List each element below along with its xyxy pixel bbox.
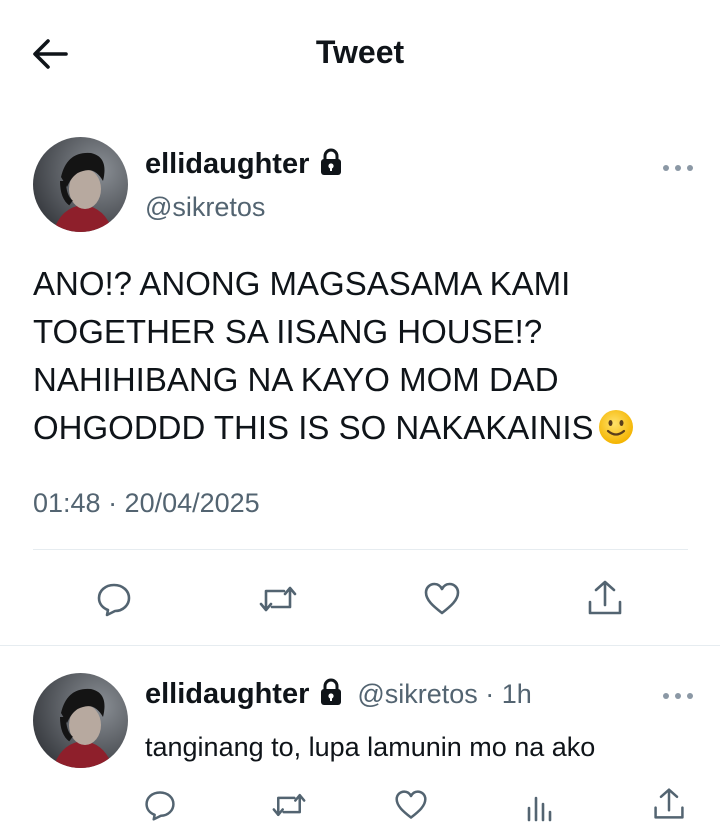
display-name: ellidaughter [145, 148, 310, 180]
avatar[interactable] [33, 673, 128, 768]
divider [0, 645, 720, 646]
like-icon [395, 790, 427, 819]
retweet-icon [259, 586, 297, 612]
analytics-button[interactable] [525, 790, 553, 822]
share-button[interactable] [652, 786, 686, 822]
share-button[interactable] [586, 578, 624, 618]
page-title: Tweet [315, 34, 405, 70]
more-options-button[interactable] [658, 156, 698, 180]
like-button[interactable] [423, 580, 461, 618]
lock-icon [319, 148, 343, 181]
retweet-icon [272, 793, 306, 817]
retweet-button[interactable] [270, 788, 308, 822]
more-icon [663, 165, 693, 171]
tweet-text: ANO!? ANONG MAGSASAMA KAMI TOGETHER SA I… [33, 260, 693, 458]
retweet-button[interactable] [257, 580, 299, 618]
tweet-author[interactable]: ellidaughter [145, 148, 343, 181]
username-handle[interactable]: @sikretos [145, 192, 265, 223]
reply-author[interactable]: ellidaughter @sikretos · 1h [145, 678, 532, 711]
lock-icon [319, 678, 343, 711]
slightly-smiling-face-icon [598, 409, 634, 458]
reply-icon [97, 583, 131, 617]
reply-text: tanginang to, lupa lamunin mo na ako [145, 732, 596, 762]
like-icon [424, 582, 460, 615]
divider [33, 549, 688, 550]
analytics-icon [527, 796, 552, 822]
reply-button[interactable] [143, 788, 177, 822]
tweet-timestamp[interactable]: 01:48 · 20/04/2025 [33, 488, 260, 519]
username-handle: @sikretos · 1h [357, 679, 532, 709]
more-icon [663, 693, 693, 699]
share-icon [654, 788, 684, 819]
display-name: ellidaughter [145, 678, 310, 710]
like-button[interactable] [394, 788, 428, 822]
reply-icon [145, 791, 175, 821]
share-icon [588, 580, 622, 615]
reply-button[interactable] [95, 580, 133, 618]
more-options-button[interactable] [658, 684, 698, 708]
top-bar: Tweet [0, 0, 720, 110]
avatar[interactable] [33, 137, 128, 232]
tweet-body: ANO!? ANONG MAGSASAMA KAMI TOGETHER SA I… [33, 265, 594, 446]
